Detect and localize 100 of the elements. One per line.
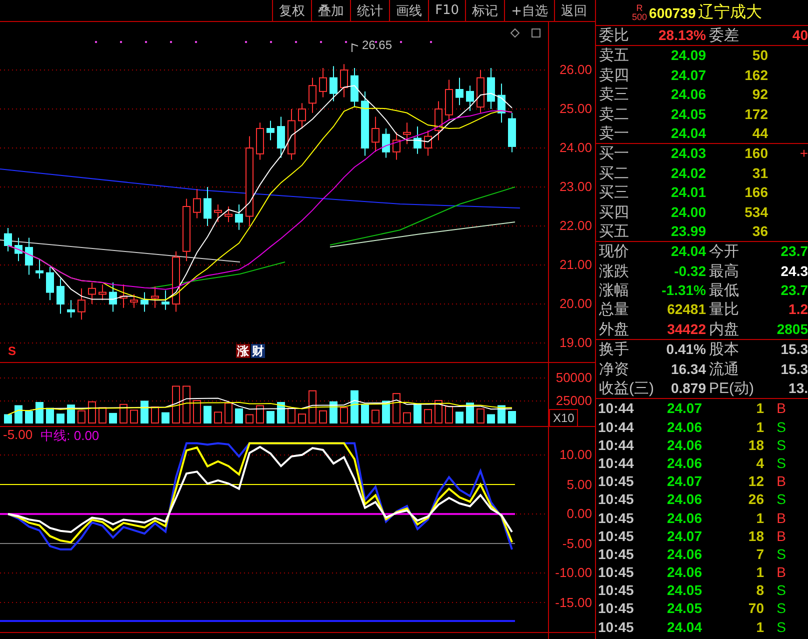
candle [182,198,190,262]
axis-label: 20.00 [559,296,592,312]
volume-bar [140,400,148,424]
volume-bar [330,401,338,424]
candle [445,79,453,122]
quote-value: -0.32 [673,262,706,281]
volume-bar [56,414,64,424]
trade-price: 24.07 [666,526,702,545]
trade-volume: 1 [755,399,764,418]
candle [78,288,86,320]
quote-value: 15.3 [780,360,808,379]
trade-time: 10:45 [597,618,635,636]
candle [204,186,212,226]
quote-value: 13. [788,379,808,398]
candle [4,227,12,252]
quote-value: 23.7 [780,242,808,262]
volume-bar [298,414,306,424]
volume-bar [25,411,33,424]
trade-time: 10:45 [597,490,635,509]
order-level-label: 卖一 [598,124,630,144]
trade-volume: 1 [755,418,764,436]
axis-label: 21.00 [559,257,592,273]
diamond-icon [510,28,520,38]
axis-label: -15.00 [555,594,592,610]
order-level-label: 买四 [598,202,630,222]
quote-value: 34422 [666,320,706,339]
trade-time: 10:45 [597,581,635,600]
legend-text: -5.00 [3,427,33,444]
trade-volume: 1 [755,563,764,582]
axis-label: -5.00 [562,536,592,552]
order-level-label: 买一 [598,144,630,164]
candle [235,204,243,230]
volume-bar [46,408,54,424]
order-volume: 160 [744,144,768,164]
volume-bar [88,401,96,424]
order-price: 24.00 [670,202,706,222]
trade-side: S [776,581,786,600]
order-volume: 50 [751,46,768,66]
quote-label: PE(动) [708,379,755,398]
volume-bar [372,410,380,424]
signal-marker: S [8,344,16,358]
volume-bar [487,414,495,424]
axis-label: 5.00 [566,476,592,492]
volume-bar [350,390,358,424]
quote-value: -1.31% [660,281,706,300]
quote-label: 量比 [708,300,740,320]
order-volume: 166 [744,183,768,202]
order-volume: 162 [744,66,768,85]
candle [67,300,75,318]
axis-label: 26.00 [559,62,592,78]
candle [456,77,464,106]
volume-bar [382,400,390,424]
candle [46,266,54,301]
volume-bar [414,403,422,424]
candle [508,112,516,153]
order-level-label: 买五 [598,222,630,242]
change-mark: + [798,144,808,164]
order-volume: 172 [744,104,768,124]
trade-price: 24.06 [666,563,702,582]
quote-label: 最高 [708,262,740,282]
candle [288,108,296,160]
candle [466,85,474,112]
candle [98,284,106,301]
trade-price: 24.05 [666,581,702,600]
quote-value: 23.7 [780,281,808,300]
quote-value: 24.3 [780,262,808,281]
quote-label: 现价 [598,242,630,262]
quote-label: 涨跌 [598,262,630,282]
trade-price: 24.06 [666,508,702,527]
order-price: 24.04 [670,124,706,143]
board-label: R 500 [632,4,648,22]
candle [224,206,232,223]
trade-side: S [776,454,786,472]
candle [25,237,33,276]
quote-label: 股本 [708,340,740,360]
quote-label: 今开 [708,242,740,262]
high-price-label: 26.65 [362,38,392,52]
volume-bar [308,390,316,424]
volume-bar [224,402,232,424]
quote-value: 24.04 [670,242,706,262]
volume-bar [403,412,411,424]
trade-price: 24.06 [666,454,702,472]
quote-label: 流通 [708,360,740,380]
trade-volume: 1 [755,508,764,527]
volume-bar [246,414,254,424]
candle [424,130,432,156]
trade-volume: 8 [755,581,764,600]
order-volume: 92 [751,85,768,104]
trade-time: 10:45 [597,526,635,545]
quote-label: 净资 [598,360,630,380]
axis-label: 25000 [556,393,592,409]
volume-bar [193,400,201,424]
volume-bar [78,410,86,424]
order-level-label: 卖三 [598,85,630,105]
trade-volume: 12 [747,472,764,490]
trade-volume: 4 [755,454,764,472]
order-price: 24.06 [670,85,706,104]
candle [151,286,159,308]
axis-label: 10.00 [559,447,592,463]
candle [319,68,327,98]
